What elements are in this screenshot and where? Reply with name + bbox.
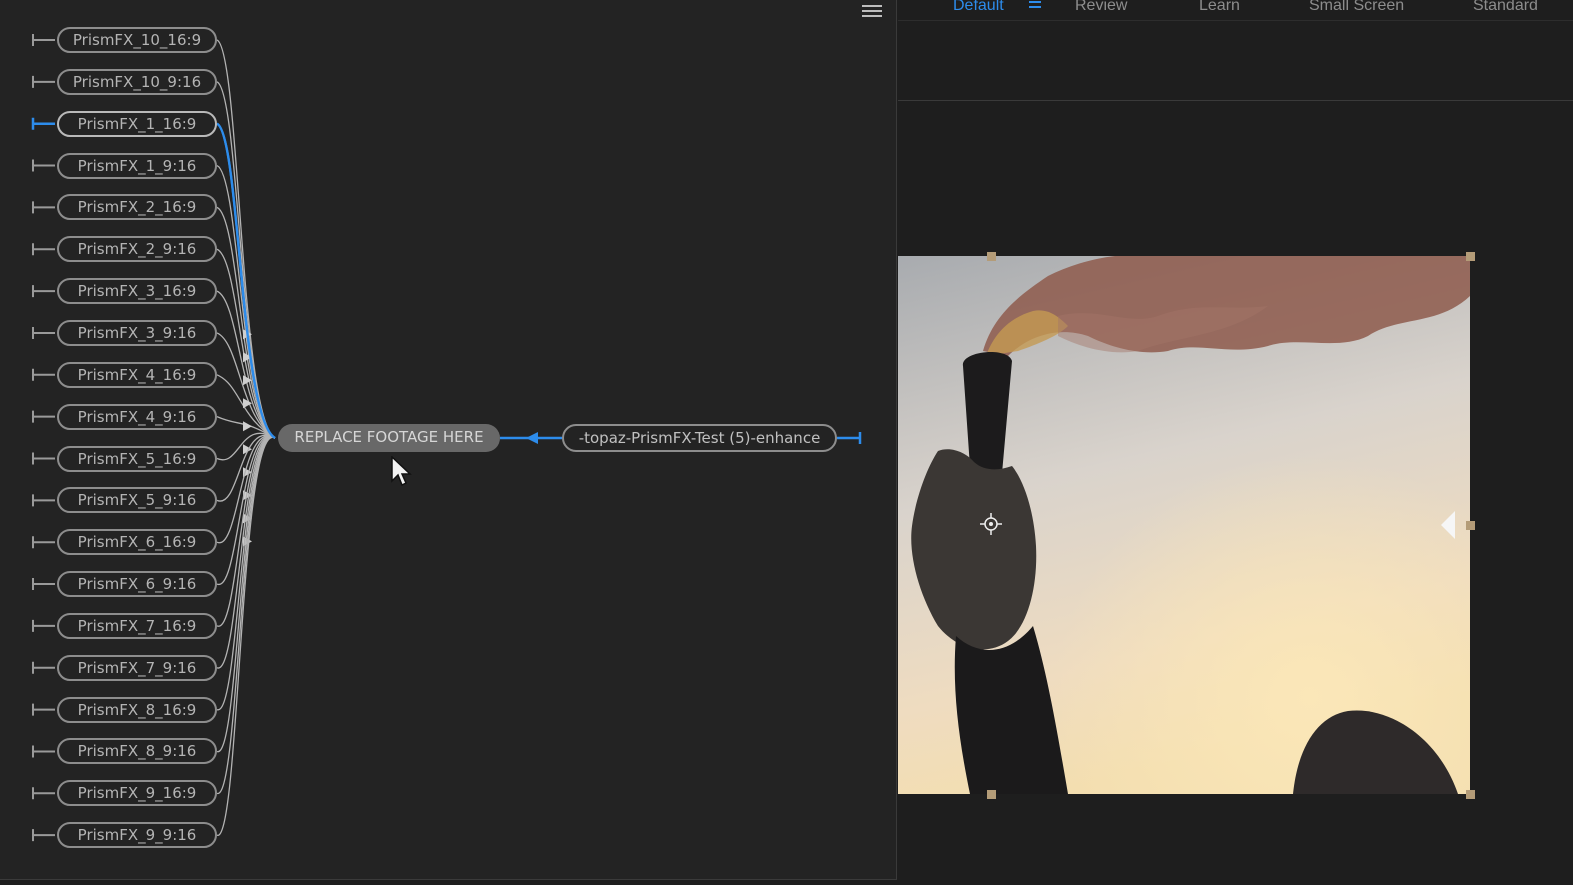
comp-node[interactable]: PrismFX_9_16:9	[57, 780, 217, 807]
comp-node[interactable]: PrismFX_3_9:16	[57, 319, 217, 346]
workspace-tab-learn[interactable]: Learn	[1199, 0, 1240, 15]
triangle-left-icon[interactable]	[1441, 511, 1455, 539]
comp-node[interactable]: PrismFX_5_16:9	[57, 445, 217, 472]
comp-node[interactable]: PrismFX_8_9:16	[57, 738, 217, 765]
comp-node[interactable]: PrismFX_5_9:16	[57, 487, 217, 514]
comp-node[interactable]: PrismFX_6_16:9	[57, 529, 217, 556]
comp-node[interactable]: PrismFX_10_16:9	[57, 27, 217, 53]
comp-node[interactable]: PrismFX_7_16:9	[57, 612, 217, 639]
comp-node-stub	[32, 578, 55, 591]
transform-handle-right[interactable]	[1466, 521, 1475, 530]
comp-node-stub	[32, 787, 55, 800]
mouse-cursor-icon	[391, 456, 412, 487]
comp-node-stub	[32, 285, 55, 298]
transform-handle-bottom-left[interactable]	[987, 790, 996, 799]
flowchart-menu-icon[interactable]	[862, 5, 882, 19]
panel-divider	[898, 100, 1573, 101]
workspace-tab-standard[interactable]: Standard	[1473, 0, 1538, 15]
comp-node[interactable]: PrismFX_2_9:16	[57, 236, 217, 263]
source-footage-node[interactable]: -topaz-PrismFX-Test (5)-enhance	[562, 424, 837, 452]
transform-handle-top-left[interactable]	[987, 252, 996, 261]
workspace-tab-review[interactable]: Review	[1075, 0, 1127, 15]
comp-node-stub	[32, 619, 55, 632]
comp-node[interactable]: PrismFX_3_16:9	[57, 278, 217, 305]
comp-node[interactable]: PrismFX_10_9:16	[57, 68, 217, 95]
comp-node-stub	[31, 117, 55, 130]
comp-node-stub	[32, 829, 55, 842]
comp-node[interactable]: PrismFX_7_9:16	[57, 654, 217, 681]
comp-node-stub	[32, 452, 55, 465]
transform-handle-top-right[interactable]	[1466, 252, 1475, 261]
comp-node[interactable]: PrismFX_4_16:9	[57, 361, 217, 388]
comp-node-stub	[32, 703, 55, 716]
comp-node-stub	[32, 75, 55, 88]
flow-link	[216, 81, 276, 439]
comp-node-stub	[32, 326, 55, 339]
flow-link	[216, 122, 276, 439]
anchor-point-icon[interactable]	[980, 513, 1002, 535]
composition-viewer[interactable]	[898, 256, 1470, 794]
comp-node-stub	[32, 368, 55, 381]
flow-link	[216, 437, 276, 794]
transform-handle-bottom-right[interactable]	[1466, 790, 1475, 799]
comp-node-stub	[32, 494, 55, 507]
source-link-arrow	[526, 432, 538, 444]
comp-node-stub	[32, 243, 55, 256]
source-node-stub	[837, 432, 862, 444]
flow-link-arrow	[243, 421, 252, 432]
workspace-tab-default[interactable]: Default	[953, 0, 1004, 15]
flowchart-panel: PrismFX_10_16:9 PrismFX_10_9:16 PrismFX_1_…	[0, 0, 897, 880]
replace-footage-node[interactable]: REPLACE FOOTAGE HERE	[278, 424, 500, 452]
comp-node[interactable]: PrismFX_1_9:16	[57, 152, 217, 179]
comp-node[interactable]: PrismFX_9_9:16	[57, 822, 217, 849]
comp-node-stub	[32, 745, 55, 758]
hamburger-icon[interactable]	[1029, 1, 1041, 11]
comp-node-stub	[32, 536, 55, 549]
workspace-bar: Default Review Learn Small Screen Standa…	[898, 0, 1573, 21]
comp-node[interactable]: PrismFX_8_16:9	[57, 696, 217, 723]
comp-node[interactable]: PrismFX_2_16:9	[57, 194, 217, 221]
flow-link-active	[216, 122, 276, 440]
comp-node-stub	[32, 34, 55, 46]
workspace-tab-small-screen[interactable]: Small Screen	[1309, 0, 1404, 15]
comp-node-stub	[32, 159, 55, 172]
comp-node[interactable]: PrismFX_6_9:16	[57, 571, 217, 598]
comp-node-stub	[32, 201, 55, 214]
comp-node[interactable]: PrismFX_4_9:16	[57, 403, 217, 430]
comp-node-stub	[32, 410, 55, 423]
comp-node[interactable]: PrismFX_1_16:9	[57, 110, 217, 137]
comp-node-stub	[32, 661, 55, 674]
